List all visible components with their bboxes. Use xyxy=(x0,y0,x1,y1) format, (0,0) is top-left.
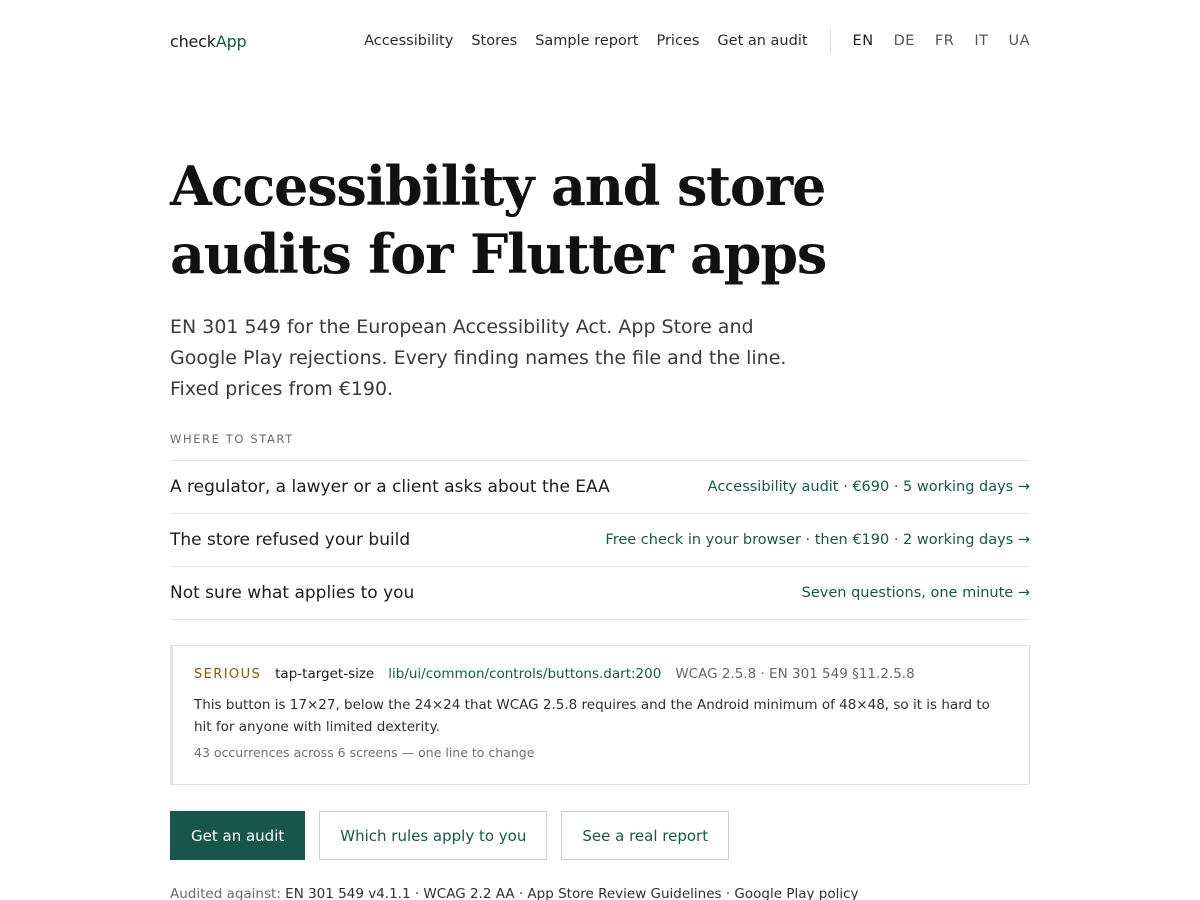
where-to-start-list: A regulator, a lawyer or a client asks a… xyxy=(170,460,1030,620)
start-answer-link[interactable]: Free check in your browser · then €190 ·… xyxy=(605,532,1030,548)
main-nav: Accessibility Stores Sample report Price… xyxy=(364,33,807,49)
start-question: The store refused your build xyxy=(170,530,411,550)
start-row-store-refused[interactable]: The store refused your build Free check … xyxy=(170,514,1030,567)
lang-de[interactable]: DE xyxy=(894,33,915,49)
nav-stores[interactable]: Stores xyxy=(471,33,517,49)
start-question: A regulator, a lawyer or a client asks a… xyxy=(170,477,610,497)
language-switcher: EN DE FR IT UA xyxy=(842,33,1030,49)
start-question: Not sure what applies to you xyxy=(170,583,415,603)
logo-text-app: App xyxy=(215,31,247,51)
hero-title-line-2: audits for Flutter apps xyxy=(170,222,827,286)
audited-standards: EN 301 549 v4.1.1 · WCAG 2.2 AA · App St… xyxy=(285,886,859,900)
nav-accessibility[interactable]: Accessibility xyxy=(364,33,453,49)
lang-en[interactable]: EN xyxy=(853,33,874,49)
lang-it[interactable]: IT xyxy=(974,33,988,49)
nav-sample-report[interactable]: Sample report xyxy=(535,33,638,49)
cta-group: Get an audit Which rules apply to you Se… xyxy=(170,811,743,860)
hero-lead: EN 301 549 for the European Accessibilit… xyxy=(170,316,787,400)
logo[interactable]: checkApp xyxy=(170,32,247,51)
nav-get-an-audit[interactable]: Get an audit xyxy=(717,33,807,49)
start-row-not-sure[interactable]: Not sure what applies to you Seven quest… xyxy=(170,567,1030,620)
get-an-audit-button[interactable]: Get an audit xyxy=(170,811,306,860)
hero-title: Accessibility and store audits for Flutt… xyxy=(170,152,870,288)
which-rules-button[interactable]: Which rules apply to you xyxy=(319,811,548,860)
severity-badge: SERIOUS xyxy=(194,667,262,682)
finding-file-path: lib/ui/common/controls/buttons.dart:200 xyxy=(388,666,662,682)
finding-description: This button is 17×27, below the 24×24 th… xyxy=(194,697,990,735)
site-header: checkApp Accessibility Stores Sample rep… xyxy=(170,26,1030,56)
nav-prices[interactable]: Prices xyxy=(656,33,699,49)
see-report-button[interactable]: See a real report xyxy=(561,811,730,860)
where-to-start-label: Where to start xyxy=(170,432,294,446)
lang-ua[interactable]: UA xyxy=(1008,33,1030,49)
finding-occurrences: 43 occurrences across 6 screens — one li… xyxy=(194,745,535,760)
start-row-eaa[interactable]: A regulator, a lawyer or a client asks a… xyxy=(170,461,1030,514)
nav-divider xyxy=(829,29,831,53)
finding-meta: SERIOUS tap-target-size lib/ui/common/co… xyxy=(194,666,1008,682)
lang-fr[interactable]: FR xyxy=(935,33,954,49)
audited-against: Audited against: EN 301 549 v4.1.1 · WCA… xyxy=(170,886,859,900)
start-answer-link[interactable]: Seven questions, one minute → xyxy=(802,585,1030,601)
sample-finding-card: SERIOUS tap-target-size lib/ui/common/co… xyxy=(170,645,1030,785)
finding-rule: tap-target-size xyxy=(275,666,375,682)
audited-label: Audited against: xyxy=(170,886,281,900)
logo-text-check: check xyxy=(170,31,216,51)
start-answer-link[interactable]: Accessibility audit · €690 · 5 working d… xyxy=(708,479,1030,495)
hero-title-line-1: Accessibility and store xyxy=(170,154,826,218)
finding-standards: WCAG 2.5.8 · EN 301 549 §11.2.5.8 xyxy=(675,666,915,682)
